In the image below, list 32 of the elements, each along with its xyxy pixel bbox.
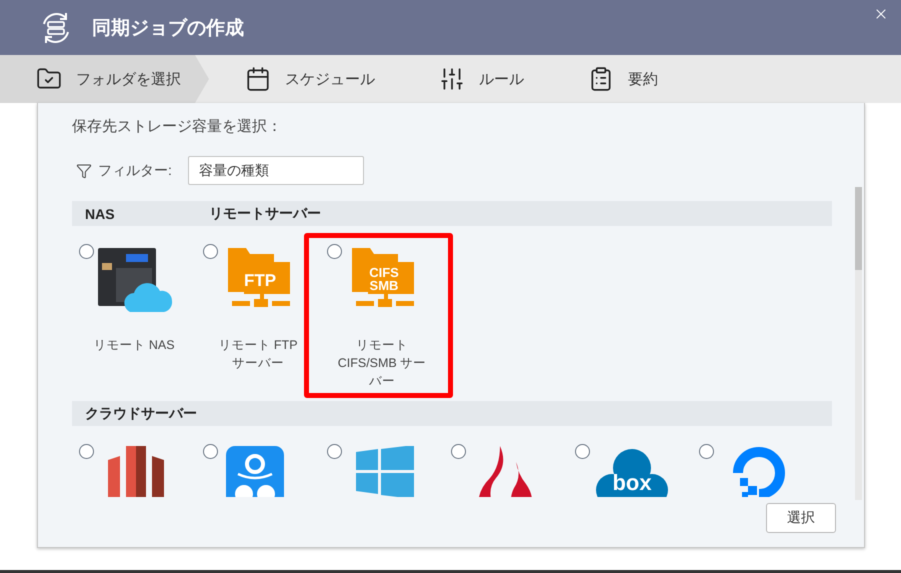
radio-button[interactable] (79, 244, 94, 259)
cloud-logo-icon (594, 446, 670, 497)
wizard-step[interactable]: ルール (403, 55, 552, 103)
radio-button[interactable] (327, 244, 342, 259)
wizard-step[interactable]: 要約 (552, 55, 686, 103)
radio-button[interactable] (699, 444, 714, 459)
folder-label: CIFS SMB (368, 266, 400, 292)
sliders-icon (439, 66, 465, 92)
option-label: リモート FTP サーバー (217, 337, 299, 372)
section-title: クラウドサーバー (84, 404, 196, 422)
option-label: リモート NAS (92, 337, 176, 354)
section-title: NAS (84, 206, 116, 222)
radio-button[interactable] (79, 444, 94, 459)
radio-button[interactable] (203, 244, 218, 259)
filter-field[interactable]: 容量の種類 (188, 156, 364, 185)
radio-button[interactable] (327, 444, 342, 459)
folder-label: FTP (242, 272, 278, 289)
select-button[interactable]: 選択 (766, 503, 836, 533)
scrollbar[interactable] (855, 187, 862, 500)
filter-label: フィルター: (98, 162, 172, 180)
logo-text: box (611, 472, 653, 494)
radio-button[interactable] (451, 444, 466, 459)
prompt-text: 保存先ストレージ容量を選択： (72, 117, 283, 136)
wizard-step[interactable]: フォルダを選択 (0, 55, 209, 103)
radio-button[interactable] (203, 444, 218, 459)
section-title: リモートサーバー (208, 204, 320, 222)
filter-icon (76, 162, 92, 178)
window-title: 同期ジョブの作成 (92, 16, 245, 40)
option-label: リモート CIFS/SMB サーバー (336, 337, 428, 390)
radio-button[interactable] (575, 444, 590, 459)
calendar-icon (245, 66, 271, 92)
wizard-step[interactable]: スケジュール (209, 55, 403, 103)
